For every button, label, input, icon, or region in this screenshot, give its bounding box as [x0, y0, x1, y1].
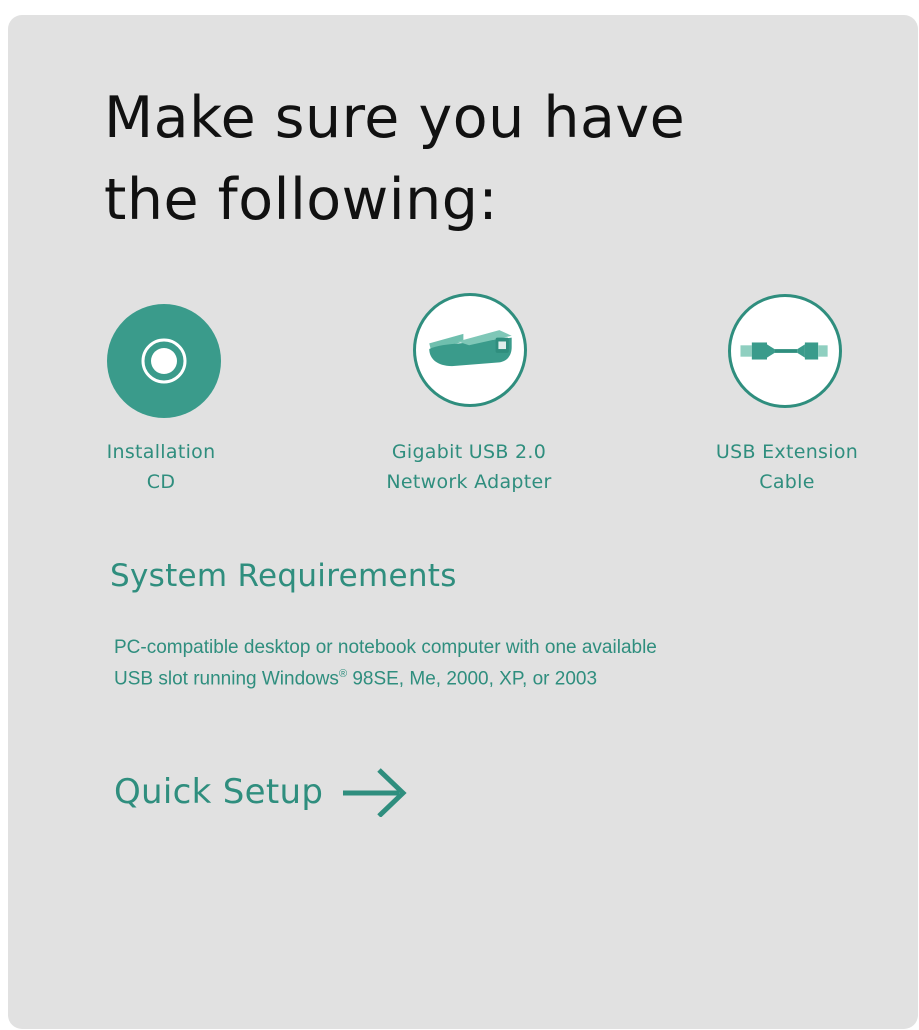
usb-cable-icon-graphic: [740, 342, 828, 360]
system-requirements-heading: System Requirements: [110, 558, 457, 594]
quick-setup-link[interactable]: Quick Setup: [114, 767, 411, 817]
page-title-line-2: the following:: [104, 167, 499, 233]
usb-adapter-icon: [413, 293, 527, 407]
item-label-cd: Installation CD: [106, 441, 216, 493]
item-label-adapter: Gigabit USB 2.0 Network Adapter: [386, 441, 552, 493]
arrow-right-icon: [343, 768, 407, 817]
content-panel: Make sure you have the following: Instal…: [8, 15, 918, 1029]
page-title: Make sure you have the following:: [104, 77, 685, 241]
system-requirements-text: PC-compatible desktop or notebook comput…: [114, 637, 657, 690]
usb-adapter-icon-graphic: [429, 330, 512, 367]
cd-icon-graphic: [141, 338, 187, 384]
page-title-line-1: Make sure you have: [104, 85, 686, 151]
item-label-cable: USB Extension Cable: [715, 441, 859, 493]
cd-icon: [107, 304, 221, 418]
usb-cable-icon: [728, 294, 842, 408]
quick-setup-label: Quick Setup: [114, 772, 324, 812]
